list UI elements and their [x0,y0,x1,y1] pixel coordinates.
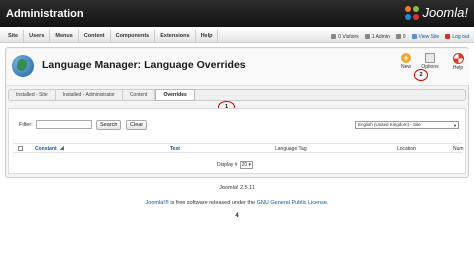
language-globe-icon [12,55,34,77]
footer-version: Joomla! 2.5.11 [219,185,255,191]
column-num: Num [453,146,464,152]
menu-item-menus[interactable]: Menus [50,30,79,43]
tab-installed-administrator[interactable]: Installed - Administrator [56,90,123,100]
joomla-logo-icon [405,5,420,20]
logout-link[interactable]: Log out [445,34,469,40]
search-button[interactable]: Search [96,120,122,130]
menu-item-users[interactable]: Users [24,30,51,43]
menu-item-components[interactable]: Components [111,30,156,43]
sort-icon [58,146,64,150]
license-end: . [326,200,329,206]
table-header: Constant Text Language Tag Location Num [13,143,464,153]
clear-button[interactable]: Clear [126,120,148,130]
column-text[interactable]: Text [170,146,180,152]
menu-item-help[interactable]: Help [196,30,219,43]
tab-overrides[interactable]: Overrides [155,89,195,101]
lifebuoy-icon [452,53,464,64]
display-limit-value: 20 [241,162,248,168]
help-label: Help [452,65,464,71]
tab-installed-site[interactable]: Installed - Site [9,90,56,100]
gpl-link[interactable]: GNU General Public License [257,200,327,206]
joomla-logo[interactable]: Joomla! [405,5,468,20]
plus-icon: + [401,53,411,63]
mail-icon [395,34,401,39]
filter-label: Filter: [19,122,33,128]
language-client-select[interactable]: English (United Kingdom) - Site ▼ [355,121,459,129]
status-area: 0 Visitors 1 Admin 0 View Site Log out [325,30,469,43]
page-number: 4 [235,213,239,219]
messages-status[interactable]: 0 [395,33,406,40]
language-client-value: English (United Kingdom) - Site [358,122,421,127]
column-constant[interactable]: Constant [35,146,64,152]
footer-license: Joomla!® is free software released under… [0,200,474,206]
new-button[interactable]: + New [396,53,416,70]
top-bar: Administration Joomla! [0,0,474,27]
display-label: Display # [217,162,238,168]
new-label: New [400,64,411,70]
pagination-limit: Display # 20 ▾ [217,161,254,169]
page-title: Language Manager: Language Overrides [42,59,246,71]
admins-label: 1 Admin [371,33,390,40]
language-tabs: Installed - Site Installed - Administrat… [8,89,466,101]
visitors-status: 0 Visitors [331,33,359,40]
logout-label: Log out [452,33,469,40]
options-icon [425,53,435,63]
license-text: is free software released under the [168,200,257,206]
visitors-label: 0 Visitors [338,33,359,40]
admins-icon [364,34,370,39]
select-all-checkbox[interactable] [18,146,23,151]
column-constant-label: Constant [35,146,57,152]
page-header: Language Manager: Language Overrides + N… [7,49,469,86]
menu-item-extensions[interactable]: Extensions [155,30,196,43]
visitors-icon [331,34,337,39]
help-button[interactable]: Help [448,53,468,71]
display-limit-select[interactable]: 20 ▾ [239,161,254,169]
callout-2: 2 [414,69,428,81]
joomla-link[interactable]: Joomla!® [146,200,169,206]
column-location: Location [397,146,416,152]
main-menu: Site Users Menus Content Components Exte… [3,30,219,43]
view-site-label: View Site [418,33,440,40]
tab-content[interactable]: Content [123,90,156,100]
chevron-down-icon: ▼ [453,123,457,128]
view-site-link[interactable]: View Site [411,33,440,40]
app-title: Administration [6,8,84,20]
main-panel: Language Manager: Language Overrides + N… [5,47,469,178]
menu-item-site[interactable]: Site [3,30,25,43]
menu-bar: Site Users Menus Content Components Exte… [0,30,474,43]
options-button[interactable]: Options [420,53,440,70]
view-site-icon [411,34,417,39]
menu-item-content[interactable]: Content [79,30,111,43]
logout-icon [445,34,451,39]
column-language-tag: Language Tag [275,146,307,152]
admins-status: 1 Admin [364,33,390,40]
filter-search-input[interactable] [36,120,92,129]
messages-count: 0 [402,33,406,40]
logo-text: Joomla! [422,5,468,20]
overrides-list: Filter: Search Clear English (United Kin… [8,108,466,174]
